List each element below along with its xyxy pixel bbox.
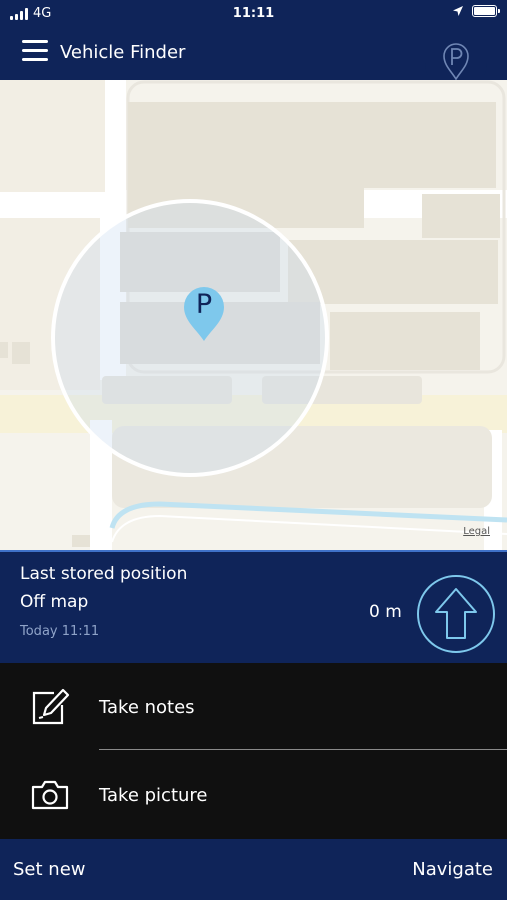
position-panel: Last stored position Off map Today 11:11… xyxy=(0,550,507,663)
up-arrow-icon xyxy=(417,575,495,653)
navigate-button[interactable]: Navigate xyxy=(412,859,493,880)
set-new-button[interactable]: Set new xyxy=(13,859,85,880)
menu-button[interactable] xyxy=(22,40,50,64)
bottom-bar: Set new Navigate xyxy=(0,839,507,900)
map-view[interactable]: P Legal xyxy=(0,80,507,550)
distance-label: 0 m xyxy=(369,602,402,622)
app-bar: Vehicle Finder xyxy=(0,18,507,94)
position-title: Last stored position xyxy=(20,564,188,584)
map-canvas xyxy=(0,80,507,550)
legal-link[interactable]: Legal xyxy=(463,526,490,537)
position-subtitle: Off map xyxy=(20,592,89,612)
pin-letter: P xyxy=(195,289,213,320)
page-title: Vehicle Finder xyxy=(60,42,186,63)
hamburger-menu-icon xyxy=(22,40,50,61)
direction-button[interactable] xyxy=(416,574,496,654)
edit-note-icon xyxy=(32,688,70,725)
camera-icon xyxy=(31,780,69,810)
divider xyxy=(99,749,507,750)
take-picture-label: Take picture xyxy=(99,785,208,806)
location-arrow-icon xyxy=(453,6,463,16)
battery-icon xyxy=(472,5,500,17)
status-right xyxy=(452,5,500,17)
position-timestamp: Today 11:11 xyxy=(20,624,100,639)
take-notes-button[interactable]: Take notes xyxy=(0,663,507,751)
take-picture-button[interactable]: Take picture xyxy=(0,751,507,839)
take-notes-label: Take notes xyxy=(99,697,195,718)
parking-pin-icon xyxy=(443,43,469,81)
actions-list: Take notes Take picture xyxy=(0,663,507,839)
parking-location-pin[interactable]: P xyxy=(182,285,226,343)
